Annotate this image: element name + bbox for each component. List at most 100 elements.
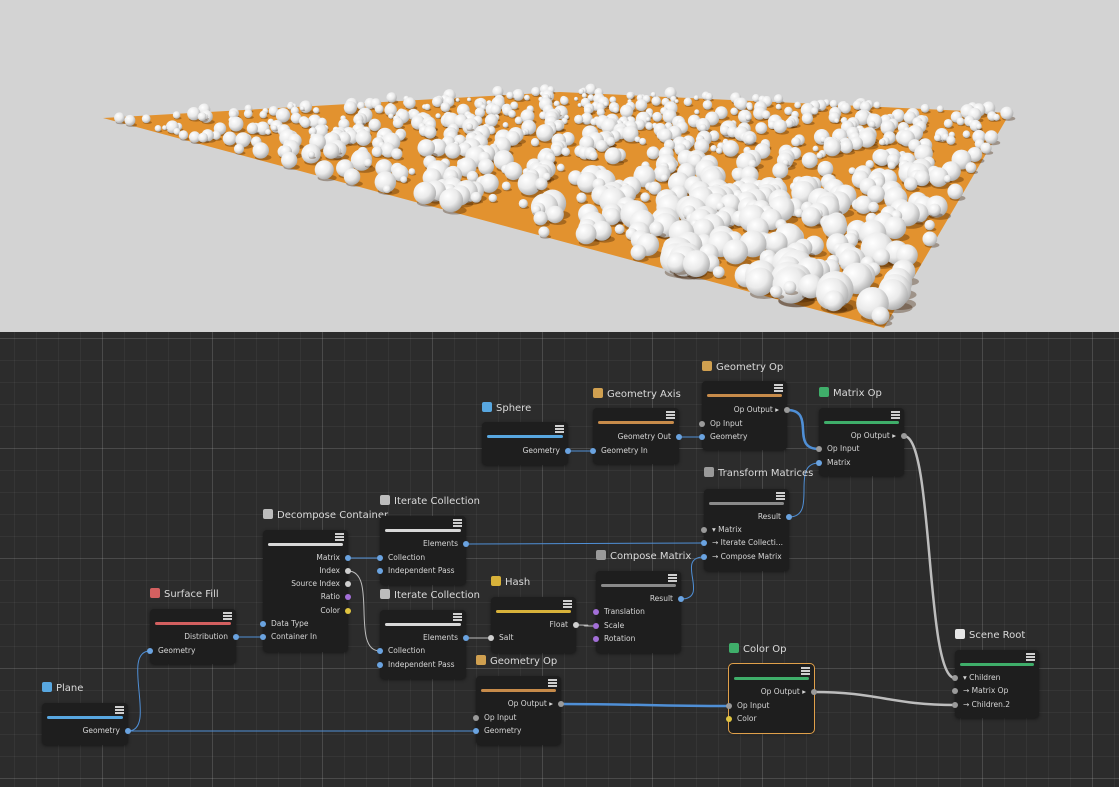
node-menu-icon[interactable] <box>774 384 783 392</box>
input-port-socket[interactable] <box>952 702 958 708</box>
input-port-socket[interactable] <box>260 634 266 640</box>
scene-root-node[interactable]: ▾ Children → Matrix Op → Children.2 <box>952 650 1039 718</box>
input-port-socket[interactable] <box>593 609 599 615</box>
geometry-op-bottom-node[interactable]: Op Output ▸ Op Input Geometry <box>473 676 564 745</box>
input-port-socket[interactable] <box>593 623 599 629</box>
input-port-socket[interactable] <box>952 675 958 681</box>
wire[interactable] <box>347 570 381 652</box>
wire[interactable] <box>465 542 705 545</box>
sphere-instance <box>646 146 660 160</box>
matrix-op-node[interactable]: Op Output ▸ Op Input Matrix <box>816 408 907 476</box>
node-menu-icon[interactable] <box>776 492 785 500</box>
input-port-socket[interactable] <box>699 421 705 427</box>
node-menu-icon[interactable] <box>453 519 462 527</box>
input-port-socket[interactable] <box>377 648 383 654</box>
sphere-instance <box>178 130 189 140</box>
output-port-socket[interactable] <box>463 635 469 641</box>
node-menu-icon[interactable] <box>891 411 900 419</box>
input-port-socket[interactable] <box>377 662 383 668</box>
sphere-title: Sphere <box>482 402 531 416</box>
output-port-socket[interactable] <box>345 555 351 561</box>
decompose-container-title: Decompose Container <box>263 509 388 523</box>
node-menu-icon[interactable] <box>115 706 124 714</box>
output-port-socket[interactable] <box>784 407 790 413</box>
sphere-instance <box>612 106 620 113</box>
output-port-socket[interactable] <box>786 514 792 520</box>
surface-fill-node[interactable]: Distribution Geometry <box>147 609 239 664</box>
input-port-socket[interactable] <box>377 568 383 574</box>
node-menu-icon[interactable] <box>453 613 462 621</box>
wire[interactable] <box>560 702 730 708</box>
output-port-label: Op Output ▸ <box>507 699 553 708</box>
output-port-socket[interactable] <box>901 433 907 439</box>
output-port-socket[interactable] <box>345 594 351 600</box>
node-menu-icon[interactable] <box>335 533 344 541</box>
sphere-instance <box>271 125 278 131</box>
geometry-axis-node[interactable]: Geometry Out Geometry In <box>590 408 682 464</box>
sphere-instance <box>823 290 845 312</box>
input-port-socket[interactable] <box>473 715 479 721</box>
input-port-socket[interactable] <box>816 446 822 452</box>
node-title-label: Compose Matrix <box>610 551 692 562</box>
output-port-label: Geometry Out <box>617 432 671 441</box>
input-port-socket[interactable] <box>701 527 707 533</box>
node-menu-icon[interactable] <box>1026 653 1035 661</box>
sphere-instance <box>652 111 663 122</box>
input-port-socket[interactable] <box>701 554 707 560</box>
sphere-instance <box>801 112 814 125</box>
output-port-socket[interactable] <box>676 434 682 440</box>
wire[interactable] <box>127 650 151 732</box>
node-graph-editor[interactable]: Sphere Geometry Geometry Axis Geometry Out G… <box>0 332 1119 787</box>
output-port-socket[interactable] <box>558 701 564 707</box>
input-port-label: ▾ Matrix <box>712 525 742 534</box>
geometry-op-top-title: Geometry Op <box>702 361 783 375</box>
input-port-socket[interactable] <box>488 635 494 641</box>
hash-node[interactable]: Float Salt <box>488 597 579 653</box>
output-port-socket[interactable] <box>345 581 351 587</box>
input-port-label: → Children.2 <box>963 700 1011 709</box>
output-port-socket[interactable] <box>565 448 571 454</box>
output-port-socket[interactable] <box>345 568 351 574</box>
sphere-node[interactable]: Geometry <box>482 422 571 465</box>
wire[interactable] <box>786 408 820 451</box>
input-port-socket[interactable] <box>260 621 266 627</box>
sphere-instance <box>478 158 495 175</box>
iterate-collection-1-node[interactable]: Elements Collection Independent Pass <box>377 516 469 585</box>
transform-matrices-node[interactable]: Result ▾ Matrix → Iterate Collecti... → Com… <box>701 489 792 571</box>
input-port-socket[interactable] <box>816 460 822 466</box>
input-port-socket[interactable] <box>952 688 958 694</box>
input-port-socket[interactable] <box>726 716 732 722</box>
input-port-socket[interactable] <box>726 703 732 709</box>
output-port-socket[interactable] <box>811 689 817 695</box>
node-menu-icon[interactable] <box>548 679 557 687</box>
input-port-socket[interactable] <box>593 636 599 642</box>
compose-matrix-node[interactable]: Result Translation Scale Rotation <box>593 571 684 653</box>
geometry-op-top-node[interactable]: Op Output ▸ Op Input Geometry <box>699 381 790 450</box>
output-port-socket[interactable] <box>678 596 684 602</box>
output-port-socket[interactable] <box>233 634 239 640</box>
output-port-socket[interactable] <box>463 541 469 547</box>
output-port-socket[interactable] <box>345 608 351 614</box>
input-port-socket[interactable] <box>699 434 705 440</box>
output-port-socket[interactable] <box>125 728 131 734</box>
3d-viewport[interactable] <box>0 0 1119 332</box>
output-port-socket[interactable] <box>573 622 579 628</box>
node-menu-icon[interactable] <box>801 667 810 675</box>
input-port-socket[interactable] <box>377 555 383 561</box>
decompose-container-node[interactable]: Matrix Index Source Index Ratio Color Data Ty… <box>260 530 351 652</box>
wire[interactable] <box>813 690 956 707</box>
input-port-socket[interactable] <box>147 648 153 654</box>
node-menu-icon[interactable] <box>563 600 572 608</box>
input-port-socket[interactable] <box>590 448 596 454</box>
node-menu-icon[interactable] <box>555 425 564 433</box>
node-menu-icon[interactable] <box>668 574 677 582</box>
input-port-socket[interactable] <box>473 728 479 734</box>
node-menu-icon[interactable] <box>666 411 675 419</box>
node-menu-icon[interactable] <box>223 612 232 620</box>
plane-node[interactable]: Geometry <box>42 703 131 745</box>
input-port-socket[interactable] <box>701 540 707 546</box>
wire[interactable] <box>903 434 956 680</box>
iterate-collection-2-node[interactable]: Elements Collection Independent Pass <box>377 610 469 679</box>
sphere-instance <box>946 135 956 145</box>
color-op-node[interactable]: Op Output ▸ Op Input Color <box>726 663 817 734</box>
